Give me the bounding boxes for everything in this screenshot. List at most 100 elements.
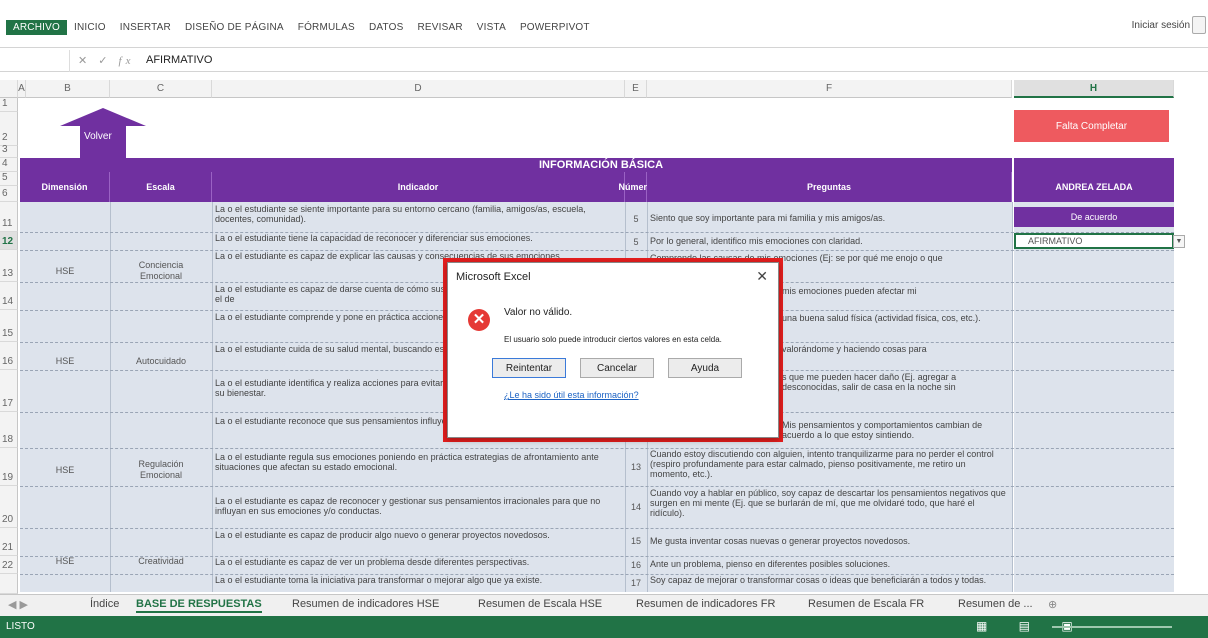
row-header[interactable]: 15	[0, 310, 18, 342]
answer-de-acuerdo[interactable]: De acuerdo	[1014, 207, 1174, 227]
prev-sheet-icon[interactable]: ◀ ▶	[8, 598, 28, 611]
dimension-cell[interactable]: HSE	[20, 310, 110, 412]
col-header-h[interactable]: H	[1014, 80, 1174, 98]
row-header[interactable]	[0, 574, 18, 594]
col-header-e[interactable]: E	[625, 80, 647, 98]
sheet-tab[interactable]: Resumen de Escala FR	[808, 598, 924, 610]
indicador-cell[interactable]: La o el estudiante es capaz de ver un pr…	[215, 557, 621, 573]
zoom-slider[interactable]	[1052, 626, 1172, 628]
row-header[interactable]: 4	[0, 158, 18, 172]
row-header[interactable]: 20	[0, 486, 18, 528]
row-header[interactable]: 5	[0, 172, 18, 186]
sheet-tab[interactable]: Resumen de Escala HSE	[478, 598, 602, 610]
row-header[interactable]: 16	[0, 342, 18, 370]
indicador-cell[interactable]: La o el estudiante regula sus emociones …	[215, 452, 621, 482]
row-header[interactable]: 19	[0, 448, 18, 486]
pregunta-cell[interactable]: s que me pueden hacer daño (Ej. agregar …	[782, 372, 1008, 408]
col-header-a[interactable]: A	[18, 80, 26, 98]
cancel-button[interactable]: Cancelar	[580, 358, 654, 378]
escala-cell[interactable]: Conciencia Emocional	[110, 232, 212, 310]
col-header-d[interactable]: D	[212, 80, 625, 98]
row-header[interactable]: 3	[0, 144, 18, 158]
col-header-c[interactable]: C	[110, 80, 212, 98]
tab-powerpivot[interactable]: POWERPIVOT	[513, 20, 597, 35]
dialog-detail: El usuario solo puede introducir ciertos…	[504, 335, 722, 344]
indicador-cell[interactable]: La o el estudiante toma la iniciativa pa…	[215, 575, 621, 593]
row-header[interactable]: 14	[0, 282, 18, 310]
dialog-title: Microsoft Excel	[456, 271, 531, 283]
name-box[interactable]	[0, 50, 70, 72]
tab-inicio[interactable]: INICIO	[67, 20, 113, 35]
row-header[interactable]: 22	[0, 556, 18, 574]
feedback-link[interactable]: ¿Le ha sido útil esta información?	[504, 390, 639, 400]
indicador-cell[interactable]: La o el estudiante es capaz de reconocer…	[215, 496, 621, 526]
numero-cell[interactable]: 15	[626, 536, 646, 546]
row-header[interactable]: 11	[0, 202, 18, 232]
formula-input[interactable]: AFIRMATIVO	[146, 54, 212, 66]
sheet-tab-active[interactable]: BASE DE RESPUESTAS	[136, 598, 262, 613]
indicador-cell[interactable]: La o el estudiante se siente importante …	[215, 204, 621, 228]
user-icon[interactable]	[1192, 16, 1206, 34]
tab-datos[interactable]: DATOS	[362, 20, 411, 35]
tab-diseno[interactable]: DISEÑO DE PÁGINA	[178, 20, 291, 35]
row-header[interactable]: 6	[0, 186, 18, 202]
col-header-f[interactable]: F	[647, 80, 1012, 98]
retry-button[interactable]: Reintentar	[492, 358, 566, 378]
sheet-tab[interactable]: Índice	[90, 598, 119, 610]
pregunta-cell[interactable]: mis emociones pueden afectar mi	[782, 286, 1008, 306]
student-name: ANDREA ZELADA	[1055, 182, 1133, 192]
row-header[interactable]: 13	[0, 250, 18, 282]
numero-cell[interactable]: 13	[626, 462, 646, 472]
tab-revisar[interactable]: REVISAR	[410, 20, 469, 35]
pregunta-cell[interactable]: Cuando voy a hablar en público, soy capa…	[650, 488, 1008, 526]
dimension-cell[interactable]: HSE	[20, 232, 110, 310]
sheet-tab[interactable]: Resumen de indicadores FR	[636, 598, 775, 610]
numero-cell[interactable]: 5	[626, 237, 646, 247]
pregunta-cell[interactable]: Siento que soy importante para mi famili…	[650, 213, 1008, 227]
escala-cell[interactable]: Autocuidado	[110, 310, 212, 412]
info-title: INFORMACIÓN BÁSICA	[20, 158, 1012, 172]
row-header[interactable]: 1	[0, 98, 18, 112]
active-cell-h12[interactable]: AFIRMATIVO	[1014, 233, 1174, 249]
pregunta-cell[interactable]: Me gusta inventar cosas nuevas o generar…	[650, 536, 1008, 550]
dimension-cell[interactable]: HSE	[20, 528, 110, 594]
indicador-cell[interactable]: La o el estudiante es capaz de producir …	[215, 530, 621, 552]
row-header[interactable]: 2	[0, 112, 18, 146]
pregunta-cell[interactable]: Cuando estoy discutiendo con alguien, in…	[650, 449, 1008, 485]
dimension-cell[interactable]: HSE	[20, 412, 110, 528]
dropdown-arrow-icon[interactable]: ▼	[1173, 235, 1185, 248]
col-divider	[212, 202, 213, 592]
row-header[interactable]: 18	[0, 412, 18, 448]
status-text: LISTO	[6, 621, 35, 632]
add-sheet-icon[interactable]: ⊕	[1048, 598, 1057, 611]
pregunta-cell[interactable]: valorándome y haciendo cosas para	[782, 344, 1008, 368]
help-button[interactable]: Ayuda	[668, 358, 742, 378]
pregunta-cell[interactable]: Por lo general, identifico mis emociones…	[650, 236, 1008, 248]
close-icon[interactable]: ✕	[756, 268, 768, 285]
numero-cell[interactable]: 16	[626, 560, 646, 570]
signin-link[interactable]: Iniciar sesión	[1132, 20, 1190, 31]
tab-archivo[interactable]: ARCHIVO	[6, 20, 67, 35]
back-button-label[interactable]: Volver	[84, 131, 112, 142]
row-header[interactable]: 21	[0, 528, 18, 556]
row-header[interactable]: 17	[0, 370, 18, 412]
pregunta-cell[interactable]: Soy capaz de mejorar o transformar cosas…	[650, 575, 1008, 593]
tab-vista[interactable]: VISTA	[470, 20, 513, 35]
numero-cell[interactable]: 17	[626, 578, 646, 588]
col-header-b[interactable]: B	[26, 80, 110, 98]
numero-cell[interactable]: 5	[626, 214, 646, 224]
escala-cell[interactable]: Creatividad	[110, 528, 212, 594]
status-bar: LISTO ▦ ▤ ▣	[0, 616, 1208, 638]
row-header-selected[interactable]: 12	[0, 232, 18, 250]
sheet-tab[interactable]: Resumen de indicadores HSE	[292, 598, 439, 610]
sheet-tab[interactable]: Resumen de ...	[958, 598, 1033, 610]
pregunta-cell[interactable]: Ante un problema, pienso en diferentes p…	[650, 559, 1008, 573]
select-all[interactable]	[0, 80, 18, 98]
pregunta-cell[interactable]: una buena salud física (actividad física…	[782, 313, 1008, 337]
tab-insertar[interactable]: INSERTAR	[113, 20, 178, 35]
escala-cell[interactable]: Regulación Emocional	[110, 412, 212, 528]
fx-icon[interactable]: ✕ ✓ fx	[78, 54, 135, 67]
numero-cell[interactable]: 14	[626, 502, 646, 512]
tab-formulas[interactable]: FÓRMULAS	[291, 20, 362, 35]
indicador-cell[interactable]: La o el estudiante tiene la capacidad de…	[215, 233, 621, 249]
